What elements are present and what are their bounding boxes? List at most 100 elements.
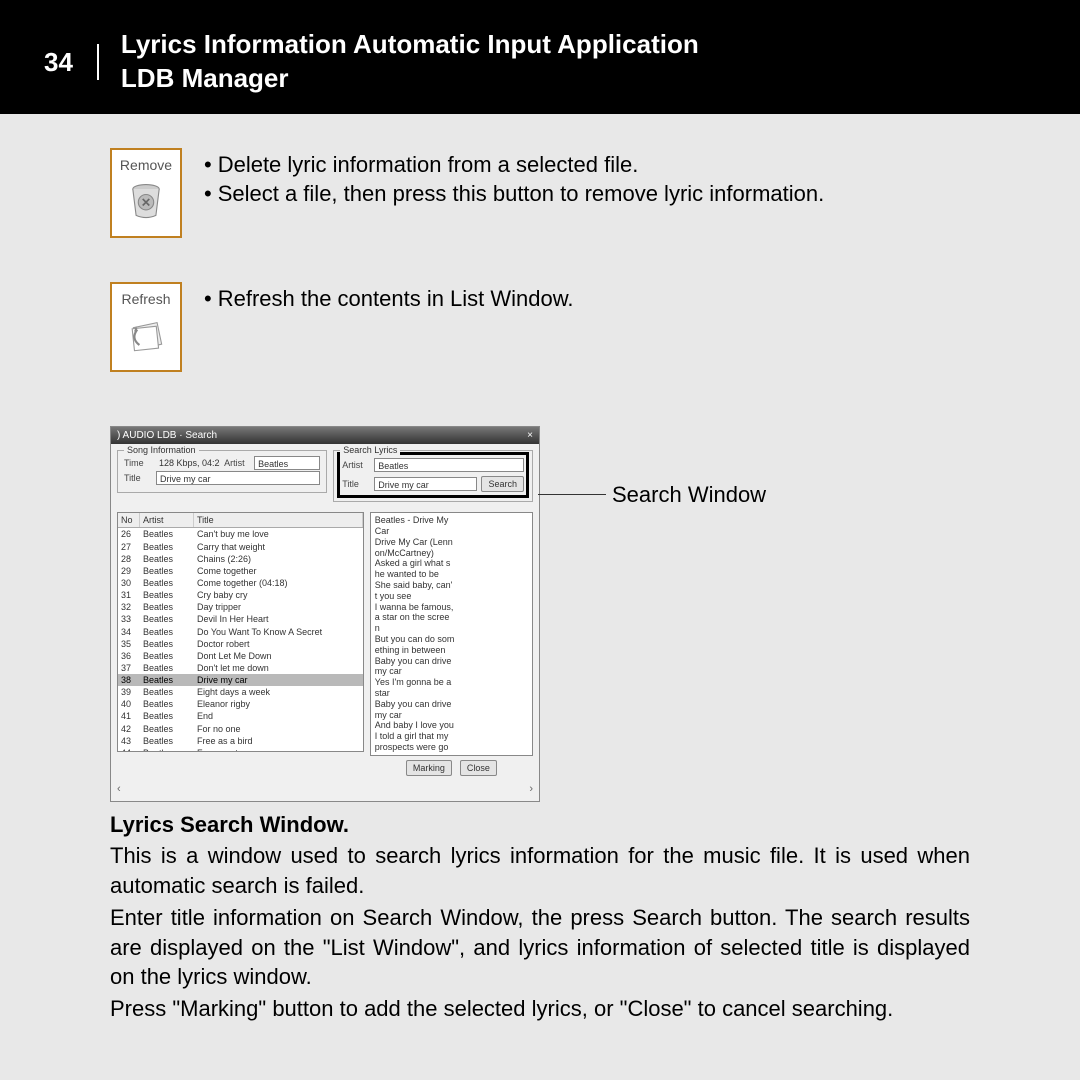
refresh-bullet-1: Refresh the contents in List Window. xyxy=(204,284,574,314)
scroll-right-icon: › xyxy=(529,782,533,797)
page-number: 34 xyxy=(0,44,99,80)
remove-button-illustration: Remove xyxy=(110,148,182,238)
col-artist: Artist xyxy=(140,513,194,527)
remove-bullet-2: Select a file, then press this button to… xyxy=(204,179,824,209)
table-row: 28BeatlesChains (2:26) xyxy=(118,553,363,565)
section-title: Lyrics Search Window. xyxy=(110,810,970,840)
table-row: 36BeatlesDont Let Me Down xyxy=(118,650,363,662)
search-lyrics-fieldset: Search Lyrics Artist Beatles Title Drive… xyxy=(333,450,533,502)
refresh-button-illustration: Refresh xyxy=(110,282,182,372)
time-label: Time xyxy=(124,457,152,469)
lyrics-line: star xyxy=(375,688,528,699)
lyrics-line: Drive My Car (Lenn xyxy=(375,537,528,548)
search-artist-label: Artist xyxy=(342,459,370,471)
lyrics-line: I told a girl that my xyxy=(375,731,528,742)
lyrics-line: Asked a girl what s xyxy=(375,558,528,569)
paragraph-3: Press "Marking" button to add the select… xyxy=(110,994,970,1024)
search-lyrics-legend: Search Lyrics xyxy=(340,444,400,456)
artist-value: Beatles xyxy=(254,456,320,470)
search-artist-row: Artist Beatles xyxy=(342,458,524,472)
table-row: 32BeatlesDay tripper xyxy=(118,601,363,613)
lyrics-line: my car xyxy=(375,710,528,721)
song-info-panel: Song Information Time 128 Kbps, 04:28 Ar… xyxy=(117,450,327,506)
results-list: No Artist Title 26BeatlesCan't buy me lo… xyxy=(117,512,364,752)
search-lyrics-panel: Search Lyrics Artist Beatles Title Drive… xyxy=(333,450,533,506)
search-button: Search xyxy=(481,476,524,492)
table-row: 40BeatlesEleanor rigby xyxy=(118,698,363,710)
table-row: 29BeatlesCome together xyxy=(118,565,363,577)
search-artist-value: Beatles xyxy=(374,458,524,472)
search-window-callout: Search Window xyxy=(538,480,766,510)
table-row: 30BeatlesCome together (04:18) xyxy=(118,577,363,589)
paragraph-1: This is a window used to search lyrics i… xyxy=(110,841,970,900)
search-title-row: Title Drive my car Search xyxy=(342,476,524,492)
lyrics-line: he wanted to be xyxy=(375,569,528,580)
remove-bullet-1: Delete lyric information from a selected… xyxy=(204,150,824,180)
dialog-titlebar: ) AUDIO LDB · Search × xyxy=(111,427,539,445)
table-row: 34BeatlesDo You Want To Know A Secret xyxy=(118,626,363,638)
table-row: 33BeatlesDevil In Her Heart xyxy=(118,613,363,625)
remove-row: Remove Delete lyric information from a s… xyxy=(110,148,970,238)
refresh-label: Refresh xyxy=(121,290,170,309)
remove-label: Remove xyxy=(120,156,172,175)
list-header: No Artist Title xyxy=(118,513,363,528)
lyrics-line: Beatles - Drive My xyxy=(375,515,528,526)
table-row: 26BeatlesCan't buy me love xyxy=(118,528,363,540)
refresh-bullets: Refresh the contents in List Window. xyxy=(204,282,574,314)
lyrics-box: Beatles - Drive MyCarDrive My Car (Lenno… xyxy=(370,512,533,756)
callout-line xyxy=(538,494,606,495)
lyrics-line: Baby you can drive xyxy=(375,699,528,710)
lyrics-column: Beatles - Drive MyCarDrive My Car (Lenno… xyxy=(370,512,533,776)
remove-bullets: Delete lyric information from a selected… xyxy=(204,148,824,209)
header-line1: Lyrics Information Automatic Input Appli… xyxy=(121,28,699,62)
header-line2: LDB Manager xyxy=(121,62,699,96)
dialog-lower: No Artist Title 26BeatlesCan't buy me lo… xyxy=(111,512,539,782)
callout-text: Search Window xyxy=(606,480,766,510)
search-title-label: Title xyxy=(342,478,370,490)
dialog-body: Song Information Time 128 Kbps, 04:28 Ar… xyxy=(111,444,539,512)
lyrics-line: Car xyxy=(375,526,528,537)
col-no: No xyxy=(118,513,140,527)
lyrics-line: I wanna be famous, xyxy=(375,602,528,613)
paragraph-2: Enter title information on Search Window… xyxy=(110,903,970,992)
artist-label-1: Artist xyxy=(224,457,250,469)
marking-button: Marking xyxy=(406,760,452,776)
table-row: 43BeatlesFree as a bird xyxy=(118,735,363,747)
refresh-row: Refresh Refresh the contents in List Win… xyxy=(110,282,970,372)
lyrics-line: She said baby, can' xyxy=(375,580,528,591)
manual-page: 34 Lyrics Information Automatic Input Ap… xyxy=(0,0,1080,1080)
table-row: 44BeatlesFrom me to you xyxy=(118,747,363,752)
list-body: 26BeatlesCan't buy me love27BeatlesCarry… xyxy=(118,528,363,752)
close-button: Close xyxy=(460,760,497,776)
header-bar: 34 Lyrics Information Automatic Input Ap… xyxy=(0,0,1080,114)
header-titles: Lyrics Information Automatic Input Appli… xyxy=(99,28,699,96)
search-highlight-box: Artist Beatles Title Drive my car Search xyxy=(340,455,526,495)
refresh-icon xyxy=(124,312,168,356)
song-info-fieldset: Song Information Time 128 Kbps, 04:28 Ar… xyxy=(117,450,327,493)
lyrics-line: my car xyxy=(375,666,528,677)
table-row: 41BeatlesEnd xyxy=(118,710,363,722)
dialog-scrollbar: ‹ › xyxy=(111,782,539,801)
lyrics-line: prospects were go xyxy=(375,742,528,753)
lyrics-line: on/McCartney) xyxy=(375,548,528,559)
trash-icon xyxy=(124,178,168,222)
title-row: Title Drive my car xyxy=(124,471,320,485)
dialog-title-text: ) AUDIO LDB · Search xyxy=(117,429,217,443)
search-dialog: ) AUDIO LDB · Search × Song Information … xyxy=(110,426,540,802)
table-row: 37BeatlesDon't let me down xyxy=(118,662,363,674)
search-title-value: Drive my car xyxy=(374,477,477,491)
table-row: 39BeatlesEight days a week xyxy=(118,686,363,698)
lyrics-line: Yes I'm gonna be a xyxy=(375,677,528,688)
table-row: 42BeatlesFor no one xyxy=(118,723,363,735)
lyrics-line: And baby I love you xyxy=(375,720,528,731)
dialog-close-x: × xyxy=(527,429,533,443)
table-row: 38BeatlesDrive my car xyxy=(118,674,363,686)
title-label: Title xyxy=(124,472,152,484)
lyrics-line: n xyxy=(375,623,528,634)
lyrics-line: Baby you can drive xyxy=(375,656,528,667)
table-row: 31BeatlesCry baby cry xyxy=(118,589,363,601)
table-row: 27BeatlesCarry that weight xyxy=(118,541,363,553)
content-area: Remove Delete lyric information from a s… xyxy=(0,114,1080,1024)
lyrics-line: ething in between xyxy=(375,645,528,656)
time-row: Time 128 Kbps, 04:28 Artist Beatles xyxy=(124,456,320,470)
